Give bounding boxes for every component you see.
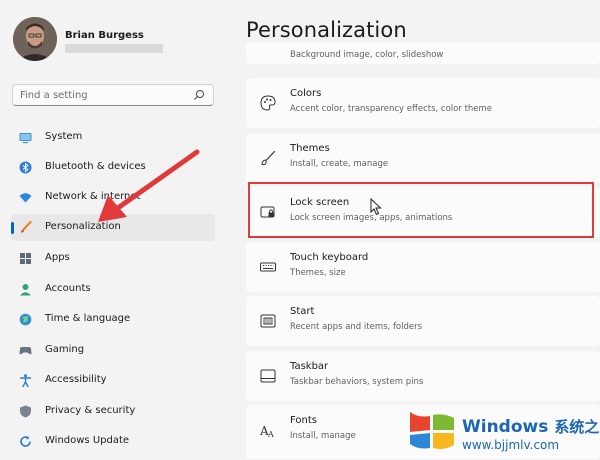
sidebar-item-label: Privacy & security [45,405,136,416]
sidebar-item-label: Apps [45,252,70,263]
sidebar-item-label: Windows Update [45,435,130,446]
card-title: Touch keyboard [290,252,369,263]
watermark-url: www.bjjmlv.com [462,438,560,452]
svg-text:A: A [267,430,274,438]
card-subtitle: Background image, color, slideshow [290,50,444,60]
card-title: Colors [290,88,322,99]
card-subtitle: Install, create, manage [290,159,389,169]
sidebar-item-bluetooth[interactable]: Bluetooth & devices [11,154,215,181]
sidebar-item-label: Accounts [45,283,91,294]
sidebar-item-time-language[interactable]: Time & language [11,306,215,333]
card-subtitle: Taskbar behaviors, system pins [290,377,424,387]
sidebar-item-network[interactable]: Network & internet [11,184,215,211]
card-title: Taskbar [290,361,329,372]
sidebar-item-apps[interactable]: Apps [11,245,215,272]
card-subtitle: Install, manage [290,431,356,441]
card-title: Fonts [290,415,317,426]
sidebar-item-gaming[interactable]: Gaming [11,337,215,364]
sidebar-item-accounts[interactable]: Accounts [11,276,215,303]
palette-icon [260,95,276,111]
sidebar-item-label: Bluetooth & devices [45,161,146,172]
sidebar-item-personalization[interactable]: Personalization [11,214,215,241]
shield-icon [20,405,31,418]
main-content: Personalization Background image, color,… [228,0,600,459]
card-title: Lock screen [290,197,350,208]
sidebar-item-label: Time & language [45,313,131,324]
card-subtitle: Recent apps and items, folders [290,322,423,332]
sidebar-item-label: Personalization [45,221,121,232]
brush-icon [261,150,276,165]
monitor-icon [19,133,32,144]
sidebar-item-label: Network & internet [45,191,141,202]
lock-screen-icon [260,206,275,218]
active-indicator [11,222,14,234]
avatar[interactable] [13,17,57,61]
card-taskbar[interactable]: Taskbar Taskbar behaviors, system pins [246,351,600,401]
apps-icon [20,253,31,264]
accessibility-icon [19,374,32,387]
update-icon [20,435,31,447]
start-icon [260,314,276,328]
brush-icon [21,221,32,233]
bluetooth-icon [19,161,32,174]
page-title: Personalization [246,18,407,42]
taskbar-icon [260,369,276,383]
sidebar-item-system[interactable]: System [11,124,215,151]
fonts-icon: AA [260,424,274,438]
card-title: Start [290,306,315,317]
sidebar-item-privacy-security[interactable]: Privacy & security [11,398,215,425]
watermark-brand: Windows 系统之家 [462,417,600,437]
sidebar: Brian Burgess System Bluetooth & devices… [0,0,228,459]
sidebar-item-label: Accessibility [45,374,107,385]
mouse-cursor-icon [370,198,382,216]
search-icon[interactable] [193,89,205,101]
card-touch-keyboard[interactable]: Touch keyboard Themes, size [246,242,600,292]
sidebar-item-label: Gaming [45,344,85,355]
sidebar-item-windows-update[interactable]: Windows Update [11,428,215,455]
user-email-redacted [65,44,163,53]
card-themes[interactable]: Themes Install, create, manage [246,133,600,183]
card-lock-screen[interactable]: Lock screen Lock screen images, apps, an… [246,187,600,237]
card-start[interactable]: Start Recent apps and items, folders [246,296,600,346]
globe-icon [19,313,32,326]
sidebar-item-label: System [45,131,83,142]
card-subtitle: Themes, size [290,268,346,278]
person-icon [20,284,31,296]
keyboard-icon [260,262,276,272]
sidebar-item-accessibility[interactable]: Accessibility [11,367,215,394]
card-background[interactable]: Background image, color, slideshow [246,42,600,64]
card-subtitle: Accent color, transparency effects, colo… [290,104,493,114]
search-input[interactable] [20,88,190,102]
user-name: Brian Burgess [65,30,144,41]
card-colors[interactable]: Colors Accent color, transparency effect… [246,78,600,128]
gamepad-icon [19,347,32,355]
card-title: Themes [290,143,330,154]
windows-logo-icon [410,412,454,449]
search-box[interactable] [12,84,214,106]
watermark: Windows 系统之家 www.bjjmlv.com [400,402,600,459]
wifi-icon [19,193,32,203]
